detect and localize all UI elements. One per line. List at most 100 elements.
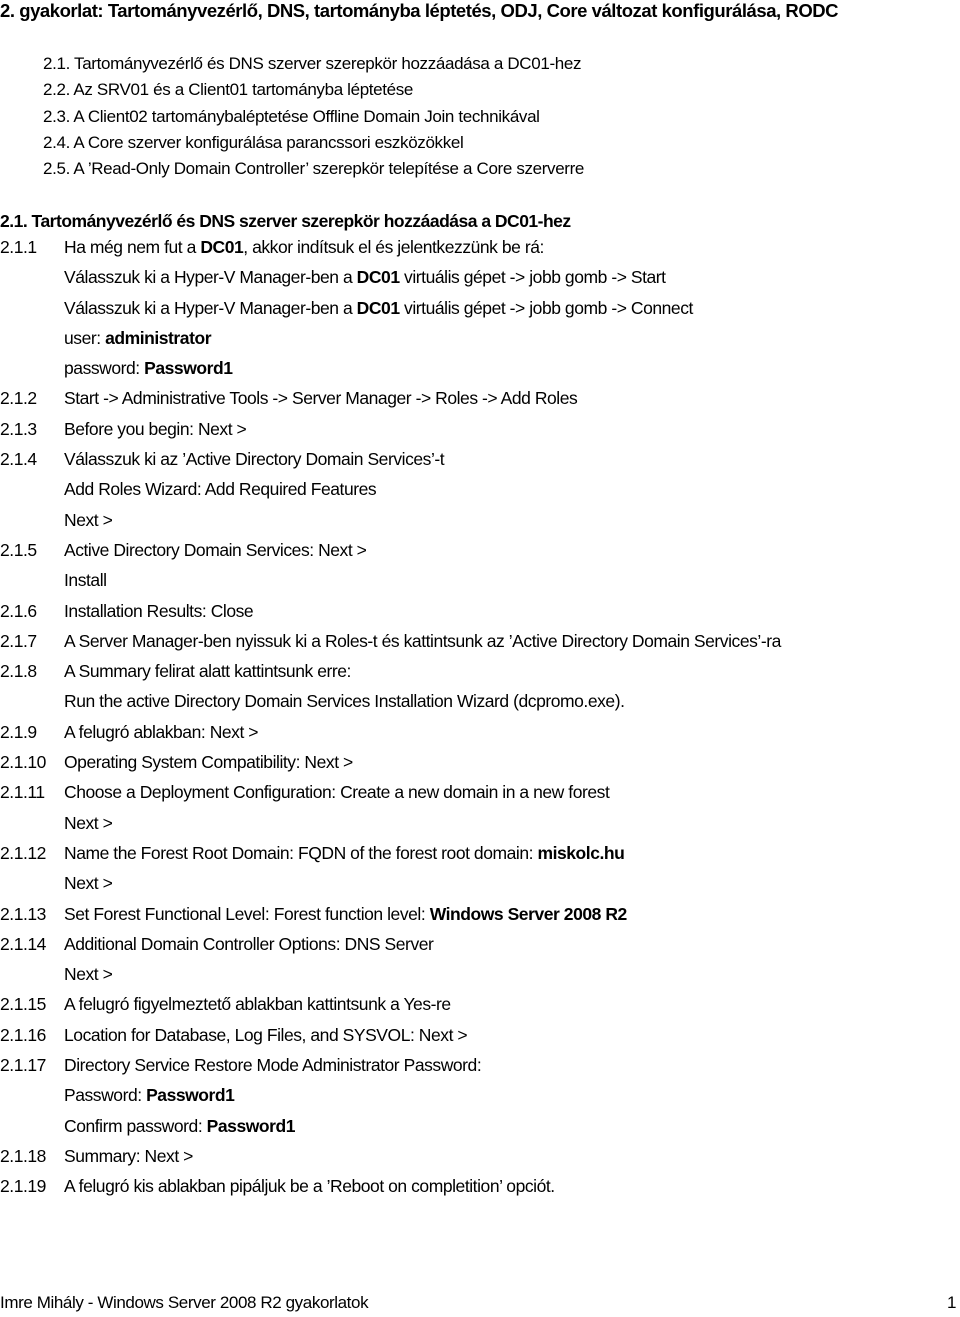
step-continuation-line: Confirm password: Password1	[0, 1111, 960, 1141]
step-item: 2.1.4 Válasszuk ki az ’Active Directory D…	[0, 444, 960, 535]
step-text: Válasszuk ki a Hyper-V Manager-ben a DC0…	[64, 262, 666, 292]
text-segment: Válasszuk ki a Hyper-V Manager-ben a	[64, 267, 357, 288]
toc-item-number: 2.4.	[43, 132, 70, 152]
step-item: 2.1.5 Active Directory Domain Services: N…	[0, 535, 960, 596]
text-segment: Next >	[64, 873, 113, 894]
step-text: Válasszuk ki a Hyper-V Manager-ben a DC0…	[64, 293, 693, 323]
step-text: A Server Manager-ben nyissuk ki a Roles-…	[64, 626, 781, 656]
step-continuation-line: Válasszuk ki a Hyper-V Manager-ben a DC0…	[0, 262, 960, 292]
step-item: 2.1.16 Location for Database, Log Files, …	[0, 1020, 960, 1050]
step-item: 2.1.7 A Server Manager-ben nyissuk ki a R…	[0, 626, 960, 656]
step-text: password: Password1	[64, 353, 233, 383]
step-number: 2.1.9	[0, 721, 37, 742]
step-text: A felugró ablakban: Next >	[64, 717, 259, 747]
text-segment: Location for Database, Log Files, and SY…	[64, 1024, 468, 1045]
step-text: A felugró kis ablakban pipáljuk be a ’Re…	[64, 1171, 555, 1201]
toc-item-label: A Client02 tartománybaléptetése Offline …	[73, 106, 540, 126]
step-number: 2.1.2	[0, 388, 37, 409]
text-segment: Choose a Deployment Configuration: Creat…	[64, 782, 610, 803]
step-continuation-line: Next >	[0, 808, 960, 838]
text-segment: Summary: Next >	[64, 1145, 193, 1166]
toc-item-label: A Core szerver konfigurálása parancssori…	[73, 132, 464, 152]
step-text: Installation Results: Close	[64, 596, 254, 626]
text-segment: Operating System Compatibility: Next >	[64, 752, 353, 773]
step-continuation-line: password: Password1	[0, 353, 960, 383]
step-line: 2.1.10 Operating System Compatibility: Ne…	[0, 747, 960, 777]
step-text: Run the active Directory Domain Services…	[64, 686, 625, 716]
text-segment: Install	[64, 570, 107, 591]
table-of-contents: 2.1. Tartományvezérlő és DNS szerver sze…	[43, 51, 584, 182]
step-text: Next >	[64, 505, 113, 535]
step-line: 2.1.4 Válasszuk ki az ’Active Directory D…	[0, 444, 960, 474]
text-segment: Name the Forest Root Domain: FQDN of the…	[64, 842, 538, 863]
step-text: Operating System Compatibility: Next >	[64, 747, 353, 777]
step-text: Next >	[64, 808, 113, 838]
step-item: 2.1.6 Installation Results: Close	[0, 596, 960, 626]
step-text: Ha még nem fut a DC01, akkor indítsuk el…	[64, 232, 544, 262]
text-segment: Válasszuk ki az ’Active Directory Domain…	[64, 449, 445, 470]
step-line: 2.1.17 Directory Service Restore Mode Adm…	[0, 1050, 960, 1080]
step-text: Next >	[64, 959, 113, 989]
text-segment: Directory Service Restore Mode Administr…	[64, 1055, 482, 1076]
step-line: 2.1.16 Location for Database, Log Files, …	[0, 1020, 960, 1050]
step-item: 2.1.3 Before you begin: Next >	[0, 414, 960, 444]
step-line: 2.1.18 Summary: Next >	[0, 1141, 960, 1171]
step-text: Before you begin: Next >	[64, 414, 247, 444]
step-text: Set Forest Functional Level: Forest func…	[64, 899, 627, 929]
emphasized-value: DC01	[200, 237, 244, 257]
step-item: 2.1.8 A Summary felirat alatt kattintsunk…	[0, 656, 960, 717]
toc-item: 2.2. Az SRV01 és a Client01 tartományba …	[43, 77, 584, 103]
step-text: Add Roles Wizard: Add Required Features	[64, 474, 377, 504]
text-segment: Start -> Administrative Tools -> Server …	[64, 388, 578, 409]
step-text: Location for Database, Log Files, and SY…	[64, 1020, 468, 1050]
step-continuation-line: Next >	[0, 868, 960, 898]
step-line: 2.1.6 Installation Results: Close	[0, 596, 960, 626]
toc-item-number: 2.1.	[43, 54, 70, 73]
step-number: 2.1.7	[0, 630, 37, 651]
step-number: 2.1.15	[0, 994, 46, 1015]
text-segment: Ha még nem fut a	[64, 237, 201, 257]
emphasized-value: Windows Server 2008 R2	[429, 903, 628, 924]
step-line: 2.1.3 Before you begin: Next >	[0, 414, 960, 444]
step-text: Directory Service Restore Mode Administr…	[64, 1050, 482, 1080]
toc-item-number: 2.3.	[43, 106, 70, 126]
step-number: 2.1.16	[0, 1024, 46, 1045]
step-number: 2.1.18	[0, 1145, 46, 1166]
step-text: Confirm password: Password1	[64, 1111, 295, 1141]
text-segment: password:	[64, 358, 145, 379]
step-line: 2.1.14 Additional Domain Controller Optio…	[0, 929, 960, 959]
step-number: 2.1.1	[0, 237, 37, 257]
step-line: 2.1.2 Start -> Administrative Tools -> Se…	[0, 383, 960, 413]
step-continuation-line: Add Roles Wizard: Add Required Features	[0, 474, 960, 504]
text-segment: Installation Results: Close	[64, 600, 254, 621]
step-continuation-line: Install	[0, 565, 960, 595]
step-item: 2.1.10 Operating System Compatibility: Ne…	[0, 747, 960, 777]
text-segment: A Summary felirat alatt kattintsunk erre…	[64, 661, 351, 682]
step-line: 2.1.8 A Summary felirat alatt kattintsunk…	[0, 656, 960, 686]
toc-item: 2.4. A Core szerver konfigurálása paranc…	[43, 130, 584, 156]
text-segment: Add Roles Wizard: Add Required Features	[64, 479, 377, 500]
step-text: Install	[64, 565, 107, 595]
text-segment: Run the active Directory Domain Services…	[64, 691, 625, 712]
step-item: 2.1.9 A felugró ablakban: Next >	[0, 717, 960, 747]
step-item: 2.1.17 Directory Service Restore Mode Adm…	[0, 1050, 960, 1141]
step-number: 2.1.10	[0, 752, 46, 773]
emphasized-value: Password1	[146, 1085, 235, 1106]
step-line: 2.1.1 Ha még nem fut a DC01, akkor indíts…	[0, 232, 960, 262]
text-segment: Next >	[64, 964, 113, 985]
toc-item-label: Az SRV01 és a Client01 tartományba lépte…	[73, 80, 414, 100]
toc-item-label: Tartományvezérlő és DNS szerver szerepkö…	[74, 54, 582, 73]
emphasized-value: Password1	[206, 1115, 296, 1136]
emphasized-value: DC01	[356, 297, 400, 318]
step-line: 2.1.11 Choose a Deployment Configuration:…	[0, 777, 960, 807]
step-number: 2.1.17	[0, 1055, 46, 1076]
toc-item: 2.5. A ’Read-Only Domain Controller’ sze…	[43, 156, 584, 182]
toc-item-number: 2.2.	[43, 80, 70, 100]
step-item: 2.1.2 Start -> Administrative Tools -> Se…	[0, 383, 960, 413]
step-line: 2.1.12 Name the Forest Root Domain: FQDN …	[0, 838, 960, 868]
toc-item-number: 2.5.	[43, 159, 70, 179]
step-line: 2.1.15 A felugró figyelmeztető ablakban k…	[0, 989, 960, 1019]
toc-item: 2.1. Tartományvezérlő és DNS szerver sze…	[43, 51, 584, 77]
text-segment: Confirm password:	[64, 1115, 207, 1136]
step-list: 2.1.1 Ha még nem fut a DC01, akkor indíts…	[0, 232, 960, 1202]
